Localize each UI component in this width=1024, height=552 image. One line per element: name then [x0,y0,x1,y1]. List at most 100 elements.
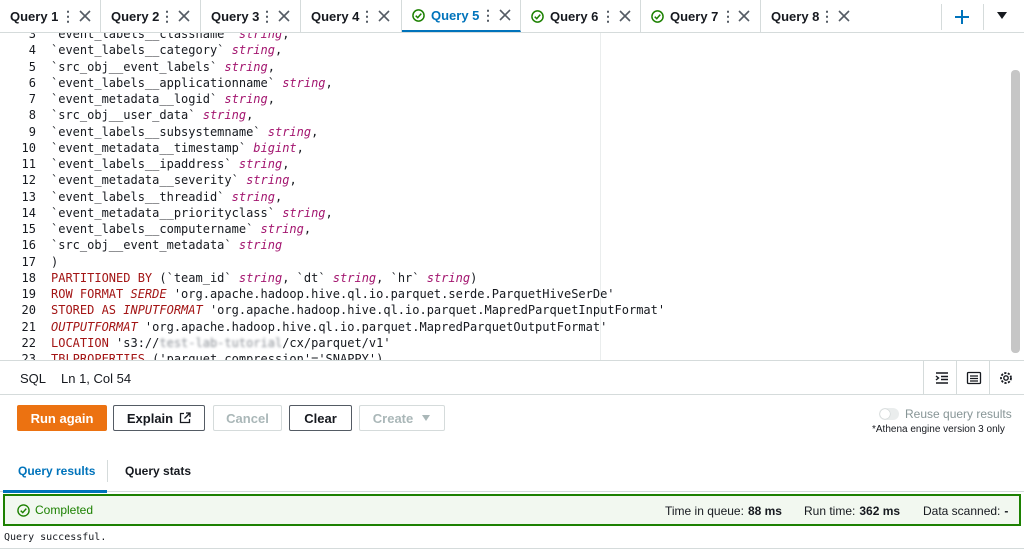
code-text: `event_metadata__logid` string, [51,91,275,107]
code-text: PARTITIONED BY (`team_id` string, `dt` s… [51,270,477,286]
code-text: `src_obj__user_data` string, [51,107,253,123]
reuse-results-toggle[interactable] [879,408,899,420]
code-token: PARTITIONED BY [51,270,153,285]
code-token: , `hr` [376,270,427,285]
code-token: OUTPUTFORMAT [51,319,138,334]
code-token: 'org.apache.hadoop.hive.ql.io.parquet.Ma… [202,303,666,318]
code-token: , [246,108,254,123]
code-token: `event_metadata__priorityclass` [51,205,283,220]
code-text: `event_labels__threadid` string, [51,189,282,205]
close-icon[interactable] [79,10,91,22]
code-token: `event_labels__classname` [51,33,239,41]
explain-button[interactable]: Explain [113,405,205,431]
kebab-icon[interactable]: ⋮ [481,7,495,24]
tab-divider [107,460,108,482]
code-token: bigint [253,140,297,155]
code-token: 'org.apache.hadoop.hive.ql.io.parquet.Ma… [137,319,608,334]
close-icon[interactable] [499,9,511,21]
shortcuts-icon[interactable] [966,370,982,386]
kebab-icon[interactable]: ⋮ [820,8,834,25]
close-icon[interactable] [619,10,631,22]
code-text: STORED AS INPUTFORMAT 'org.apache.hadoop… [51,302,665,318]
editor-scrollbar[interactable] [1011,70,1020,353]
code-token: INPUTFORMAT [123,303,203,318]
metric-value: 88 ms [747,504,782,518]
add-tab-icon[interactable] [952,7,972,27]
line-number: 20 [21,303,36,318]
code-token: string [332,270,377,285]
code-token: `src_obj__user_data` [51,108,203,123]
caret-down-icon[interactable] [996,11,1008,21]
code-token: , [289,173,297,188]
kebab-icon[interactable]: ⋮ [360,8,374,25]
line-number: 6 [28,75,36,90]
query-status-banner: Completed Time in queue: 88 ms Run time: 3… [3,494,1021,526]
kebab-icon[interactable]: ⋮ [601,8,615,25]
close-icon[interactable] [278,10,290,22]
code-token: SERDE [130,287,167,301]
caret-down-icon [422,415,431,421]
code-token: string [238,33,283,41]
code-line: 8 `src_obj__user_data` string, [0,107,1000,123]
code-text: ROW FORMAT SERDE 'org.apache.hadoop.hive… [51,286,615,302]
format-query-icon[interactable] [934,370,950,386]
code-token: string [282,75,326,90]
tab-query-4[interactable]: Query 4 ⋮ [301,0,402,32]
code-token: `event_metadata__timestamp` [51,140,254,155]
code-line: 16 `src_obj__event_metadata` string [0,237,1000,253]
code-token: `src_obj__event_labels` [51,59,225,74]
cancel-button[interactable]: Cancel [213,405,282,431]
code-text: `event_metadata__priorityclass` string, [51,205,333,221]
tab-query-6[interactable]: Query 6 ⋮ [521,0,641,32]
tab-query-1[interactable]: Query 1 ⋮ [0,0,101,32]
close-icon[interactable] [178,10,190,22]
kebab-icon[interactable]: ⋮ [260,8,274,25]
tab-query-8[interactable]: Query 8 ⋮ [761,0,861,32]
gear-icon[interactable] [998,370,1014,386]
code-text: ) [51,254,58,270]
tab-query-2[interactable]: Query 2 ⋮ [101,0,201,32]
result-message: Query successful. [4,532,107,543]
code-text: `event_labels__computername` string, [51,221,311,237]
code-token: , [296,140,304,155]
tab-label: Query 7 [670,8,719,24]
code-token: (`team_id` [152,270,239,285]
code-token: string [426,270,471,285]
status-divider [989,361,990,395]
kebab-icon[interactable]: ⋮ [160,8,174,25]
close-icon[interactable] [378,10,390,22]
close-icon[interactable] [838,10,850,22]
tab-divider [941,4,942,30]
code-text: `event_labels__category` string, [51,42,282,58]
line-number: 16 [21,238,36,253]
tab-query-stats[interactable]: Query stats [125,464,191,478]
tab-query-results[interactable]: Query results [18,464,95,478]
line-number: 23 [21,352,36,360]
code-token: , [311,124,319,139]
tab-query-5[interactable]: Query 5 ⋮ [402,0,521,32]
run-again-button[interactable]: Run again [17,405,107,431]
tab-query-7[interactable]: Query 7 ⋮ [641,0,761,32]
line-number: 18 [21,270,36,285]
code-text: `event_labels__applicationname` string, [51,75,333,91]
status-divider [923,361,924,395]
status-text: Completed [35,503,94,517]
create-button[interactable]: Create [359,405,445,431]
toggle-knob [880,409,890,419]
results-tabs: Query results Query stats [0,450,1024,493]
tab-query-3[interactable]: Query 3 ⋮ [201,0,301,32]
kebab-icon[interactable]: ⋮ [61,8,75,25]
close-icon[interactable] [738,10,750,22]
code-token: string [231,43,275,58]
code-line: 20 STORED AS INPUTFORMAT 'org.apache.hado… [0,302,1000,318]
create-label: Create [372,410,414,426]
line-number: 14 [21,205,36,220]
clear-button[interactable]: Clear [289,405,352,431]
metric-value: - [1004,504,1009,518]
run-again-label: Run again [30,410,94,426]
kebab-icon[interactable]: ⋮ [721,8,735,25]
code-text: `event_metadata__severity` string, [51,172,297,188]
code-text: `event_labels__ipaddress` string, [51,156,289,172]
sql-editor[interactable]: 3 `event_labels__classname` string, 4 `even… [0,33,1024,360]
code-line: 22 LOCATION 's3://test-lab-tutorial/cx/pa… [0,335,1000,351]
